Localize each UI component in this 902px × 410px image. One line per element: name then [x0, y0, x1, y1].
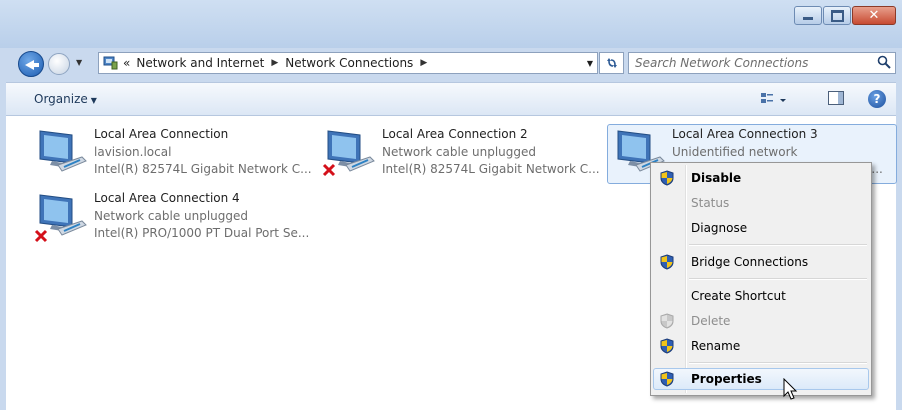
forward-button[interactable]	[48, 53, 70, 75]
disconnected-x-icon	[34, 229, 48, 243]
maximize-button[interactable]	[823, 6, 851, 25]
mouse-pointer-icon	[783, 378, 798, 400]
connection-status: Unidentified network	[672, 145, 798, 159]
breadcrumb-network-and-internet[interactable]: Network and Internet	[136, 56, 264, 70]
menu-item-status[interactable]: Status	[653, 192, 869, 214]
connection-status: Network cable unplugged	[94, 209, 249, 223]
menu-item-diagnose[interactable]: Diagnose	[653, 217, 869, 239]
search-icon[interactable]	[877, 55, 891, 69]
back-button[interactable]	[18, 51, 44, 77]
search-input[interactable]	[635, 55, 865, 71]
menu-item-label: Status	[691, 196, 730, 210]
menu-item-create-shortcut[interactable]: Create Shortcut	[653, 285, 869, 307]
address-bar[interactable]: « Network and Internet ▶ Network Connect…	[98, 52, 598, 74]
menu-item-bridge-connections[interactable]: Bridge Connections	[653, 251, 869, 273]
search-box[interactable]	[628, 52, 896, 74]
uac-shield-icon	[660, 254, 674, 270]
organize-label: Organize	[34, 92, 88, 106]
maximize-icon	[830, 9, 844, 22]
connection-title: Local Area Connection 2	[382, 127, 528, 141]
refresh-icon	[606, 58, 617, 68]
minimize-icon	[803, 16, 813, 20]
breadcrumb-network-connections[interactable]: Network Connections	[285, 56, 413, 70]
menu-item-label: Bridge Connections	[691, 255, 809, 269]
chevron-right-icon[interactable]: ▶	[420, 58, 427, 68]
recent-pages-dropdown[interactable]: ▼	[76, 58, 82, 67]
connection-adapter: Intel(R) 82574L Gigabit Network C...	[94, 162, 312, 176]
connection-title: Local Area Connection	[94, 127, 229, 141]
uac-shield-icon	[660, 170, 674, 186]
breadcrumb-overflow[interactable]: «	[123, 56, 130, 70]
title-bar: ✕	[0, 0, 902, 48]
connection-item[interactable]: Local Area Connection 4 Network cable un…	[32, 191, 322, 251]
context-menu: Disable Status Diagnose Bridge Connectio…	[650, 162, 872, 396]
change-view-icon	[761, 93, 786, 103]
menu-item-label: Rename	[691, 339, 741, 353]
help-icon[interactable]: ?	[868, 90, 886, 108]
uac-shield-icon	[660, 371, 674, 387]
menu-separator	[689, 278, 867, 280]
menu-item-disable[interactable]: Disable	[653, 167, 869, 189]
connection-title: Local Area Connection 3	[672, 127, 818, 141]
disconnected-x-icon	[322, 163, 336, 177]
connection-adapter: Intel(R) PRO/1000 PT Dual Port Se...	[94, 226, 310, 240]
menu-item-label: Create Shortcut	[691, 289, 786, 303]
address-dropdown-icon[interactable]: ▼	[587, 59, 593, 68]
breadcrumb: « Network and Internet ▶ Network Connect…	[123, 56, 434, 70]
chevron-down-icon: ▼	[90, 96, 97, 105]
network-connections-icon	[103, 56, 118, 70]
connection-adapter: Intel(R) 82574L Gigabit Network C...	[382, 162, 600, 176]
preview-pane-icon[interactable]	[828, 91, 844, 105]
connection-status: lavision.local	[94, 145, 172, 159]
menu-separator	[689, 362, 867, 364]
close-button[interactable]: ✕	[852, 6, 896, 25]
uac-shield-icon	[660, 313, 674, 329]
menu-separator	[689, 244, 867, 246]
menu-item-delete[interactable]: Delete	[653, 310, 869, 332]
minimize-button[interactable]	[794, 6, 822, 25]
connection-status: Network cable unplugged	[382, 145, 537, 159]
menu-item-label: Diagnose	[691, 221, 748, 235]
menu-item-properties[interactable]: Properties	[653, 368, 869, 390]
organize-button[interactable]: Organize ▼	[34, 92, 97, 106]
window-controls: ✕	[793, 6, 896, 25]
menu-item-label: Delete	[691, 314, 731, 328]
chevron-right-icon[interactable]: ▶	[271, 58, 278, 68]
menu-item-label: Disable	[691, 171, 742, 185]
change-view-button[interactable]	[760, 91, 790, 109]
connection-item[interactable]: Local Area Connection 2 Network cable un…	[320, 127, 610, 187]
close-icon: ✕	[868, 8, 880, 23]
menu-item-label: Properties	[691, 372, 762, 386]
command-bar: Organize ▼ ?	[6, 82, 896, 116]
refresh-button[interactable]	[599, 52, 624, 74]
menu-item-rename[interactable]: Rename	[653, 335, 869, 357]
network-adapter-icon	[39, 130, 87, 172]
uac-shield-icon	[660, 338, 674, 354]
connection-item[interactable]: Local Area Connection lavision.local Int…	[32, 127, 322, 187]
connection-title: Local Area Connection 4	[94, 191, 240, 205]
